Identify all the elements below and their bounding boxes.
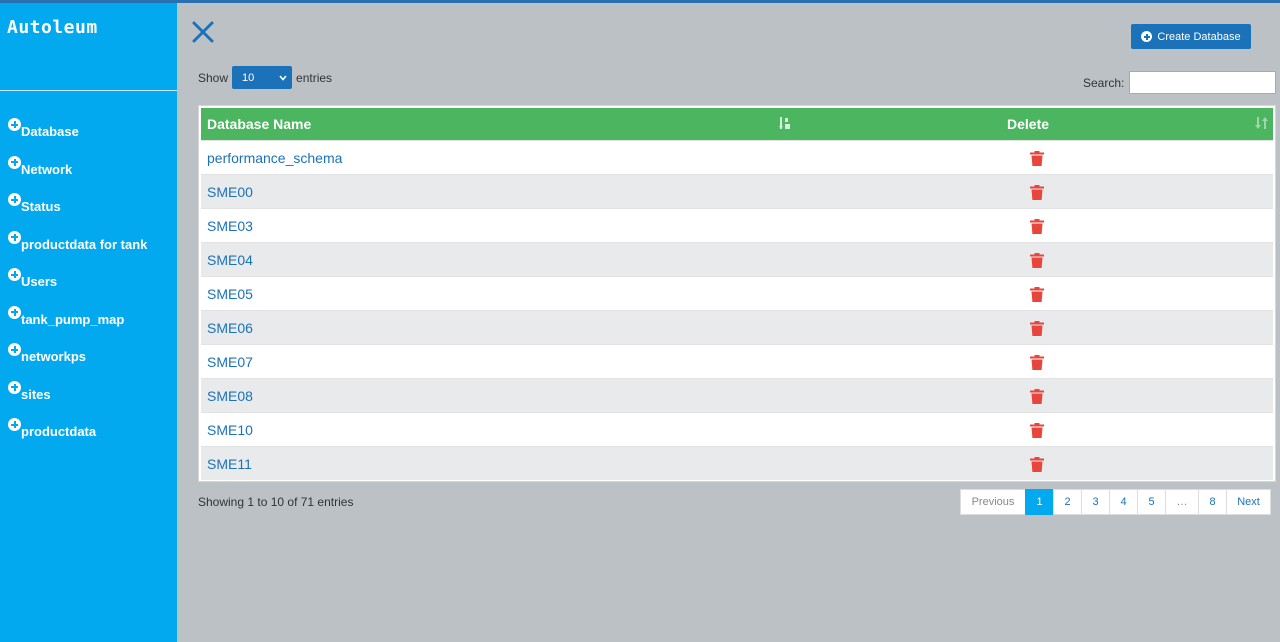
pagination-page-2[interactable]: 2 [1053, 489, 1082, 515]
chevron-down-icon [279, 74, 287, 81]
sidebar-item-productdata[interactable]: productdata [8, 416, 147, 454]
table-row: SME04 [201, 242, 1273, 276]
sidebar-item-tank-pump-map[interactable]: tank_pump_map [8, 304, 147, 342]
sidebar-item-users[interactable]: Users [8, 266, 147, 304]
trash-icon[interactable] [1030, 253, 1044, 268]
entries-label: entries [296, 70, 333, 85]
trash-icon[interactable] [1030, 389, 1044, 404]
column-header-database-name[interactable]: Database Name [207, 116, 311, 132]
pagination-ellipsis: … [1165, 489, 1199, 515]
close-icon [192, 21, 214, 43]
plus-circle-icon [8, 380, 21, 394]
pagination-page-5[interactable]: 5 [1137, 489, 1166, 515]
sidebar-item-label: tank_pump_map [21, 311, 125, 327]
trash-icon[interactable] [1030, 151, 1044, 166]
trash-icon[interactable] [1030, 185, 1044, 200]
table-row: SME03 [201, 208, 1273, 242]
entries-per-page-select[interactable]: 10 [232, 66, 293, 89]
pagination-next[interactable]: Next [1226, 489, 1271, 515]
plus-circle-icon [8, 268, 21, 281]
sidebar-item-label: sites [21, 386, 51, 402]
length-control: Show 10 entries [198, 66, 332, 89]
sidebar-item-status[interactable]: Status [8, 191, 147, 229]
database-name-link[interactable]: SME04 [207, 252, 253, 268]
create-database-button[interactable]: Create Database [1131, 24, 1251, 49]
pagination-page-1[interactable]: 1 [1025, 489, 1054, 515]
table-row: SME10 [201, 412, 1273, 446]
top-border [0, 0, 1280, 3]
close-menu-button[interactable] [191, 20, 215, 44]
app-title: Autoleum [7, 17, 98, 38]
plus-circle-icon [8, 193, 21, 206]
database-table: Database Name Delete performance_schema … [198, 105, 1276, 482]
table-row: performance_schema [201, 140, 1273, 174]
table-row: SME08 [201, 378, 1273, 412]
plus-circle-icon [8, 118, 21, 131]
trash-icon[interactable] [1030, 287, 1044, 302]
database-name-link[interactable]: SME11 [207, 456, 252, 472]
plus-circle-icon [8, 155, 21, 169]
sidebar-item-database[interactable]: Database [8, 116, 147, 154]
table-row: SME00 [201, 174, 1273, 208]
pagination-previous[interactable]: Previous [960, 489, 1026, 515]
pagination: Previous 1 2 3 4 5 … 8 Next [960, 489, 1271, 515]
show-label: Show [198, 70, 229, 85]
sidebar-item-label: productdata [21, 424, 97, 439]
pagination-page-4[interactable]: 4 [1109, 489, 1138, 515]
search-label: Search: [1083, 75, 1125, 90]
sidebar-item-sites[interactable]: sites [8, 379, 147, 417]
trash-icon[interactable] [1030, 457, 1044, 472]
sidebar-item-label: Network [21, 161, 73, 177]
database-name-link[interactable]: SME07 [207, 354, 253, 370]
database-name-link[interactable]: performance_schema [207, 150, 342, 166]
database-name-link[interactable]: SME05 [207, 286, 253, 302]
sidebar-divider [0, 90, 177, 91]
database-name-link[interactable]: SME03 [207, 218, 253, 234]
sidebar-item-label: networkps [21, 349, 87, 364]
table-row: SME11 [201, 446, 1273, 480]
sort-ascending-icon[interactable] [779, 116, 793, 130]
trash-icon[interactable] [1030, 321, 1044, 336]
table-row: SME05 [201, 276, 1273, 310]
sidebar-item-label: Database [21, 124, 79, 139]
pagination-page-3[interactable]: 3 [1081, 489, 1110, 515]
sidebar-item-networkps[interactable]: networkps [8, 341, 147, 379]
trash-icon[interactable] [1030, 219, 1044, 234]
sort-both-icon[interactable] [1255, 116, 1269, 130]
sidebar-nav: Database Network Status productdata for … [8, 116, 147, 454]
sidebar-item-network[interactable]: Network [8, 154, 147, 192]
database-name-link[interactable]: SME08 [207, 388, 253, 404]
sidebar-item-label: Users [21, 274, 58, 289]
sidebar-item-productdata-for-tank[interactable]: productdata for tank [8, 229, 147, 267]
create-database-label: Create Database [1157, 30, 1241, 43]
search-control: Search: [1083, 71, 1277, 94]
table-row: SME07 [201, 344, 1273, 378]
sidebar-item-label: Status [21, 199, 61, 214]
plus-circle-icon [1141, 31, 1153, 42]
trash-icon[interactable] [1030, 355, 1044, 370]
table-row: SME06 [201, 310, 1273, 344]
search-input[interactable] [1129, 71, 1277, 94]
trash-icon[interactable] [1030, 423, 1044, 438]
column-header-delete[interactable]: Delete [1007, 116, 1049, 132]
plus-circle-icon [8, 343, 21, 356]
table-header: Database Name Delete [201, 108, 1273, 140]
sidebar-item-label: productdata for tank [21, 236, 148, 252]
pagination-page-8[interactable]: 8 [1198, 489, 1227, 515]
entries-per-page-value: 10 [242, 71, 255, 84]
database-name-link[interactable]: SME06 [207, 320, 253, 336]
table-body: performance_schema SME00 SME03 SME04 SME… [201, 140, 1273, 480]
plus-circle-icon [8, 230, 21, 244]
database-name-link[interactable]: SME00 [207, 184, 253, 200]
database-name-link[interactable]: SME10 [207, 422, 253, 438]
plus-circle-icon [8, 305, 21, 319]
sidebar: Autoleum Database Network Status product… [0, 3, 177, 642]
table-info: Showing 1 to 10 of 71 entries [198, 495, 354, 509]
plus-circle-icon [8, 418, 21, 431]
